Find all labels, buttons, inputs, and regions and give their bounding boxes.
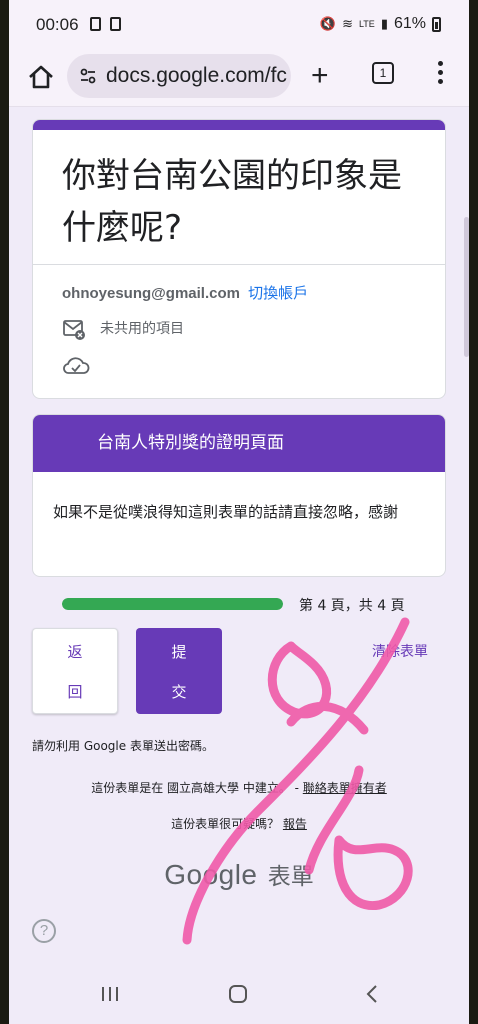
site-settings-icon[interactable] bbox=[79, 67, 97, 85]
signal-icon: ▮ bbox=[380, 16, 388, 31]
notification-icon bbox=[90, 17, 101, 31]
divider bbox=[33, 264, 445, 265]
clear-form-button[interactable]: 清除表單 bbox=[372, 641, 428, 661]
status-indicators: 🔇 ≋ LTE ▮ 61% bbox=[320, 15, 441, 33]
notification-icon bbox=[110, 17, 121, 31]
switch-account-link[interactable]: 切換帳戶 bbox=[248, 285, 308, 302]
submit-button[interactable]: 提 交 bbox=[136, 628, 222, 714]
address-bar[interactable]: docs.google.com/fc bbox=[67, 54, 291, 98]
mail-not-shared-icon bbox=[63, 320, 85, 340]
scrollbar[interactable] bbox=[464, 217, 469, 357]
form-title: 你對台南公園的印象是什麼呢? bbox=[62, 156, 402, 248]
brand-google: Google bbox=[164, 859, 258, 890]
brand-forms: 表單 bbox=[267, 864, 314, 890]
not-shared-label: 未共用的項目 bbox=[100, 321, 184, 337]
browser-menu-button[interactable] bbox=[436, 58, 444, 88]
cloud-saved-icon bbox=[63, 357, 90, 374]
form-title-card: 你對台南公園的印象是什麼呢? ohnoyesung@gmail.com 切換帳戶… bbox=[32, 119, 446, 399]
report-link[interactable]: 報告 bbox=[283, 817, 307, 831]
status-time: 00:06 bbox=[36, 15, 79, 34]
submit-button-label: 提 bbox=[171, 642, 187, 661]
back-button-label: 返 bbox=[67, 642, 83, 661]
footer-created-text: 這份表單是在 國立高雄大學 中建立。 - bbox=[91, 781, 303, 795]
recents-icon[interactable] bbox=[100, 985, 120, 1003]
battery-percent: 61% bbox=[393, 15, 426, 32]
network-type: LTE bbox=[358, 18, 375, 29]
phone-screen: 00:06 🔇 ≋ LTE ▮ 61% docs.google.com/fc + bbox=[9, 0, 469, 1024]
system-nav-bar bbox=[9, 965, 469, 1024]
home-icon[interactable] bbox=[26, 62, 56, 92]
home-nav-icon[interactable] bbox=[229, 985, 247, 1003]
account-email: ohnoyesung@gmail.com bbox=[62, 285, 240, 302]
back-nav-icon[interactable] bbox=[363, 984, 383, 1004]
contact-owner-link[interactable]: 聯絡表單擁有者 bbox=[303, 781, 387, 795]
account-info: ohnoyesung@gmail.com 切換帳戶 bbox=[62, 282, 308, 303]
wifi-icon: ≋ bbox=[342, 16, 353, 31]
progress-bar bbox=[62, 598, 283, 610]
progress-label: 第 4 頁，共 4 頁 bbox=[299, 598, 405, 614]
new-tab-button[interactable]: + bbox=[311, 61, 329, 91]
footer-suspicious: 這份表單很可疑嗎？ 報告 bbox=[9, 815, 469, 832]
browser-toolbar: docs.google.com/fc + 1 bbox=[9, 48, 469, 107]
section-card: 台南人特別獎的證明頁面 如果不是從噗浪得知這則表單的話請直接忽略，感謝 bbox=[32, 414, 446, 577]
back-button-label: 回 bbox=[67, 682, 83, 701]
submit-button-label: 交 bbox=[171, 682, 187, 701]
status-bar: 00:06 🔇 ≋ LTE ▮ 61% bbox=[9, 0, 469, 48]
password-warning: 請勿利用 Google 表單送出密碼。 bbox=[32, 739, 214, 753]
section-description: 如果不是從噗浪得知這則表單的話請直接忽略，感謝 bbox=[53, 503, 399, 521]
battery-icon bbox=[432, 16, 441, 32]
back-button[interactable]: 返 回 bbox=[32, 628, 118, 714]
help-icon[interactable]: ? bbox=[32, 919, 56, 943]
footer-created: 這份表單是在 國立高雄大學 中建立。 - 聯絡表單擁有者 bbox=[9, 779, 469, 796]
footer-suspicious-text: 這份表單很可疑嗎？ bbox=[171, 817, 280, 831]
title-accent-bar bbox=[33, 120, 445, 130]
section-title: 台南人特別獎的證明頁面 bbox=[33, 415, 445, 472]
url-text: docs.google.com/fc bbox=[106, 64, 287, 87]
tab-switcher-button[interactable]: 1 bbox=[372, 62, 394, 84]
progress-fill bbox=[62, 598, 283, 610]
mute-icon: 🔇 bbox=[319, 16, 337, 31]
google-forms-logo[interactable]: Google 表單 bbox=[9, 857, 469, 891]
